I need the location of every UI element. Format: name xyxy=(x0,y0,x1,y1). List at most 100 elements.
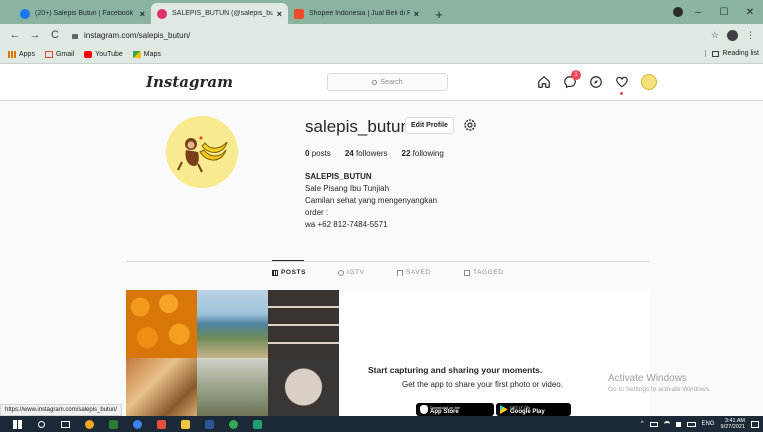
instagram-nav: 1 xyxy=(537,70,657,95)
task-view-icon xyxy=(60,420,70,428)
task-view-button[interactable] xyxy=(54,416,76,432)
clock-date: 9/27/2021 xyxy=(720,424,745,430)
reload-button[interactable]: C xyxy=(48,29,62,41)
notifications-icon[interactable] xyxy=(751,420,759,428)
bookmark-apps[interactable]: Apps xyxy=(8,51,35,58)
bookmark-maps[interactable]: Maps xyxy=(132,51,161,58)
taskbar-app-chrome[interactable] xyxy=(78,416,100,432)
bookmark-label: YouTube xyxy=(95,51,123,58)
bookmark-label: Gmail xyxy=(55,51,75,58)
bookmark-star-icon[interactable]: ☆ xyxy=(711,30,719,41)
edit-profile-button[interactable]: Edit Profile xyxy=(405,117,454,134)
new-tab-button[interactable]: + xyxy=(429,4,449,24)
collage-photo-baby xyxy=(268,358,339,416)
wifi-icon[interactable] xyxy=(663,421,670,427)
taskbar-app-paint[interactable] xyxy=(150,416,172,432)
app-store-line2: App Store xyxy=(430,408,459,415)
address-bar[interactable]: instagram.com/salepis_butun/ xyxy=(68,27,711,44)
posts-count: 0 posts xyxy=(305,149,331,158)
reading-list-icon xyxy=(712,50,720,57)
browser-profile-icon[interactable] xyxy=(673,7,683,17)
bio-line: wa +62 812-7484-5571 xyxy=(305,220,388,229)
grid-icon xyxy=(272,269,278,276)
battery-icon[interactable] xyxy=(649,421,658,427)
bookmark-youtube[interactable]: YouTube xyxy=(84,51,123,58)
taskbar-search-icon xyxy=(37,420,45,428)
close-tab-icon[interactable]: × xyxy=(414,9,419,19)
app-icon xyxy=(252,419,262,429)
gmail-icon xyxy=(44,51,53,58)
facebook-favicon-icon xyxy=(20,8,30,19)
explore-compass-icon[interactable] xyxy=(589,75,603,89)
app-store-button[interactable]: Download on the App Store xyxy=(416,403,494,416)
maps-icon xyxy=(132,51,141,58)
taskbar-app-other[interactable] xyxy=(246,416,268,432)
activate-windows-watermark: Activate Windows Go to Settings to activ… xyxy=(608,373,711,393)
google-play-line2: Google Play xyxy=(510,408,545,415)
search-icon xyxy=(372,79,378,85)
language-indicator[interactable]: ENG xyxy=(702,421,715,427)
window-controls: – ☐ ✕ xyxy=(685,0,763,24)
tab-title: (20+) Salepis Butun | Facebook xyxy=(35,10,134,17)
paint-icon xyxy=(156,419,166,429)
browser-tab-instagram[interactable]: SALEPIS_BUTUN (@salepis_butu × xyxy=(151,3,288,24)
store-icon xyxy=(108,419,118,429)
tab-tagged[interactable]: TAGGED xyxy=(464,269,504,276)
tab-posts[interactable]: POSTS xyxy=(272,269,306,276)
url-text: instagram.com/salepis_butun/ xyxy=(84,30,191,40)
taskbar-app-edge[interactable] xyxy=(126,416,148,432)
browser-tab-shopee[interactable]: Shopee Indonesia | Jual Beli di P × xyxy=(288,3,425,24)
keyboard-icon[interactable] xyxy=(686,421,696,427)
banana-monkey-logo-icon xyxy=(177,136,228,173)
followers-count[interactable]: 24 followers xyxy=(345,149,388,158)
bookmark-icon xyxy=(397,269,403,276)
taskbar-app-chrome-2[interactable] xyxy=(222,416,244,432)
windows-taskbar: ^ ENG 3:41 AM 9/27/2021 xyxy=(0,416,763,432)
direct-messages-button[interactable]: 1 xyxy=(563,70,581,89)
tagged-person-icon xyxy=(464,269,470,276)
empty-state-subtitle: Get the app to share your first photo or… xyxy=(402,380,563,389)
bookmark-label: Maps xyxy=(143,51,161,58)
collage-photo-oranges xyxy=(126,290,197,358)
profile-picture[interactable] xyxy=(166,116,238,188)
bookmark-gmail[interactable]: Gmail xyxy=(44,51,75,58)
chrome-icon xyxy=(84,419,94,429)
following-count[interactable]: 22 following xyxy=(402,149,444,158)
tab-saved[interactable]: SAVED xyxy=(397,269,431,276)
empty-posts-panel xyxy=(339,290,649,416)
close-tab-icon[interactable]: × xyxy=(277,9,282,19)
google-play-button[interactable]: GET IT ON Google Play xyxy=(496,403,571,416)
instagram-logo[interactable]: Instagram xyxy=(146,73,233,91)
search-placeholder: Search xyxy=(380,78,403,86)
collage-photo-cactus xyxy=(197,358,268,416)
lock-icon[interactable] xyxy=(72,33,78,39)
home-icon[interactable] xyxy=(537,75,551,89)
settings-gear-icon[interactable] xyxy=(462,117,478,133)
taskbar-clock[interactable]: 3:41 AM 9/27/2021 xyxy=(721,418,745,430)
start-button[interactable] xyxy=(6,416,28,432)
taskbar-app-word[interactable] xyxy=(198,416,220,432)
tray-arrow-icon[interactable]: ^ xyxy=(641,421,644,427)
search-input[interactable]: Search xyxy=(327,73,448,91)
minimize-button[interactable]: – xyxy=(685,7,711,18)
browser-tab-facebook[interactable]: (20+) Salepis Butun | Facebook × xyxy=(14,3,151,24)
reading-list-button[interactable]: Reading list xyxy=(705,50,759,57)
chrome-profile-avatar[interactable] xyxy=(727,29,738,41)
close-tab-icon[interactable]: × xyxy=(140,9,145,19)
volume-icon[interactable] xyxy=(675,421,681,427)
activate-title: Activate Windows xyxy=(608,373,687,384)
close-window-button[interactable]: ✕ xyxy=(737,7,763,18)
notification-badge: 1 xyxy=(571,70,581,80)
taskbar-app-files[interactable] xyxy=(174,416,196,432)
taskbar-search-button[interactable] xyxy=(30,416,52,432)
tab-label: IGTV xyxy=(347,269,365,276)
profile-avatar-nav[interactable] xyxy=(641,74,657,90)
profile-username: salepis_butun xyxy=(305,117,410,136)
forward-button[interactable]: → xyxy=(28,29,42,41)
chrome-menu-icon[interactable]: ⋮ xyxy=(746,30,755,41)
tab-igtv[interactable]: IGTV xyxy=(338,269,365,276)
back-button[interactable]: ← xyxy=(8,29,22,41)
taskbar-app-store[interactable] xyxy=(102,416,124,432)
activity-button[interactable] xyxy=(615,75,629,95)
maximize-button[interactable]: ☐ xyxy=(711,7,737,18)
